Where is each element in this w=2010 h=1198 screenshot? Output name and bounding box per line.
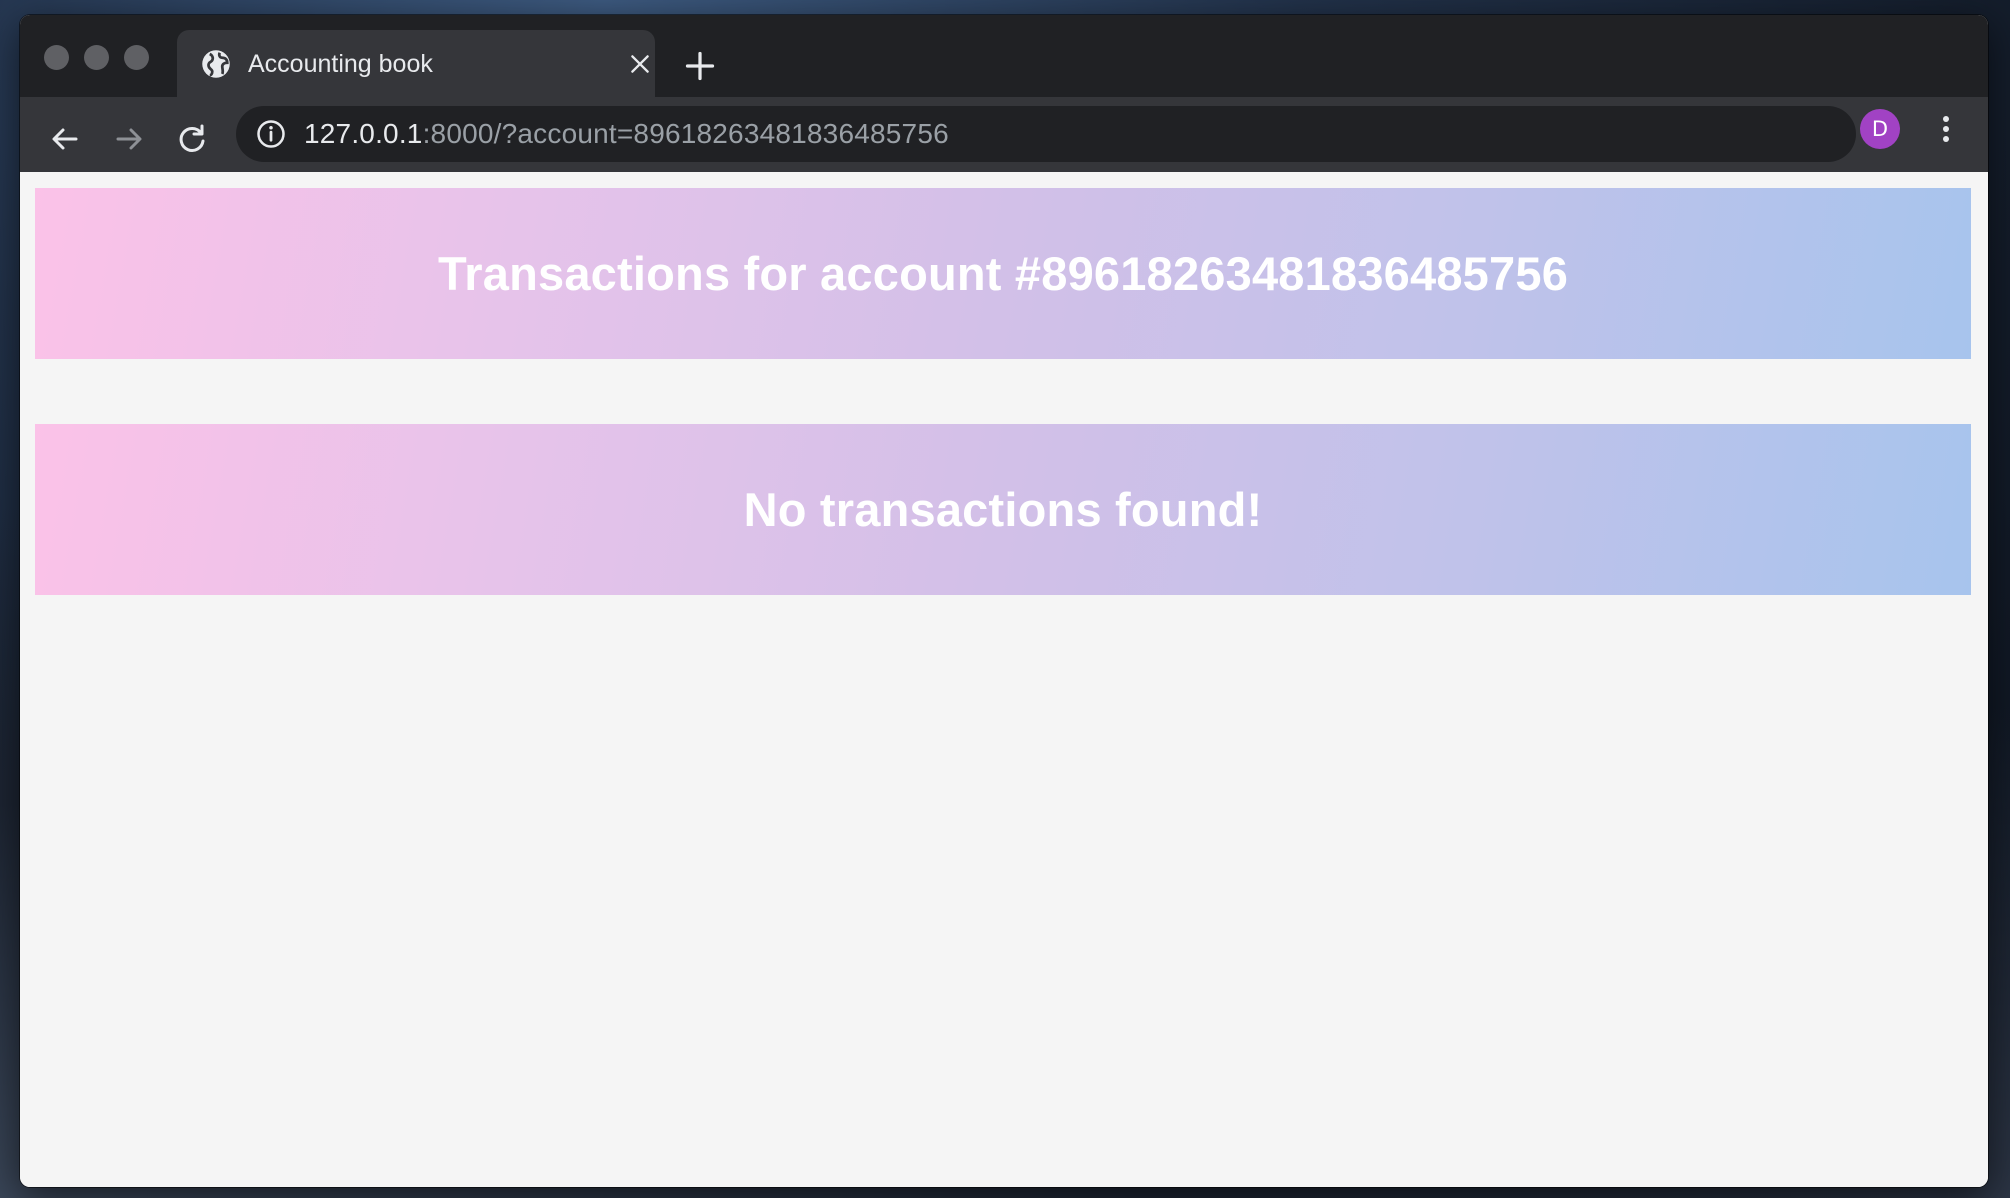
plus-icon[interactable] bbox=[685, 51, 715, 81]
kebab-menu-icon[interactable] bbox=[1926, 109, 1966, 149]
empty-state-message: No transactions found! bbox=[743, 483, 1263, 536]
window-maximize-button[interactable] bbox=[124, 45, 149, 70]
close-icon[interactable] bbox=[627, 51, 653, 77]
page-content: Transactions for account #89618263481836… bbox=[20, 172, 1988, 1187]
active-tab[interactable]: Accounting book bbox=[177, 30, 655, 97]
page-title: Transactions for account #89618263481836… bbox=[437, 247, 1569, 300]
profile-avatar[interactable]: D bbox=[1860, 109, 1900, 149]
globe-icon bbox=[202, 50, 230, 78]
tab-title: Accounting book bbox=[248, 50, 433, 78]
browser-window: Accounting book 127.0.0.1:8000/?account=… bbox=[20, 15, 1988, 1187]
window-minimize-button[interactable] bbox=[84, 45, 109, 70]
empty-state-banner: No transactions found! bbox=[35, 424, 1971, 595]
window-close-button[interactable] bbox=[44, 45, 69, 70]
tab-bar: Accounting book bbox=[20, 15, 1988, 97]
title-banner: Transactions for account #89618263481836… bbox=[35, 188, 1971, 359]
